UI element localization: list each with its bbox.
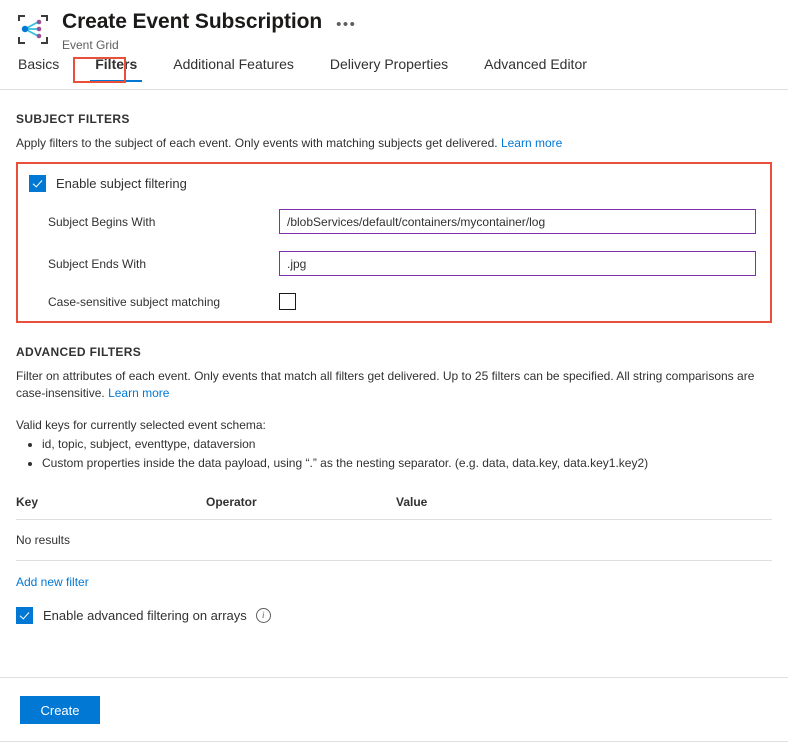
- tab-advanced-editor[interactable]: Advanced Editor: [482, 52, 589, 82]
- tab-bar: Basics Filters Additional Features Deliv…: [0, 52, 788, 90]
- create-button[interactable]: Create: [20, 696, 100, 724]
- page-title: Create Event Subscription: [62, 9, 322, 35]
- enable-arrays-filtering-checkbox[interactable]: [16, 607, 33, 624]
- tab-filters[interactable]: Filters: [93, 52, 139, 82]
- enable-subject-filtering-row[interactable]: Enable subject filtering: [29, 175, 770, 192]
- enable-subject-filtering-checkbox[interactable]: [29, 175, 46, 192]
- footer: Create: [0, 678, 788, 742]
- subject-begins-with-label: Subject Begins With: [29, 215, 279, 229]
- subject-ends-with-input[interactable]: [279, 251, 756, 276]
- subject-filters-heading: SUBJECT FILTERS: [16, 112, 772, 126]
- advanced-filters-learn-more-link[interactable]: Learn more: [108, 386, 169, 400]
- list-item: Custom properties inside the data payloa…: [42, 454, 772, 473]
- subject-filters-description-text: Apply filters to the subject of each eve…: [16, 136, 498, 150]
- subject-ends-with-row: Subject Ends With: [29, 251, 770, 276]
- table-row: No results: [16, 520, 772, 561]
- event-grid-icon: [16, 12, 50, 46]
- page-subtitle: Event Grid: [62, 37, 356, 53]
- advanced-filters-heading: ADVANCED FILTERS: [16, 345, 772, 359]
- column-header-value: Value: [396, 492, 772, 520]
- table-header-row: Key Operator Value: [16, 492, 772, 520]
- case-sensitive-checkbox[interactable]: [279, 293, 296, 310]
- subject-begins-with-row: Subject Begins With: [29, 209, 770, 234]
- add-new-filter-link[interactable]: Add new filter: [16, 575, 89, 589]
- subject-filters-description: Apply filters to the subject of each eve…: [16, 135, 772, 152]
- subject-filters-learn-more-link[interactable]: Learn more: [501, 136, 562, 150]
- enable-subject-filtering-label: Enable subject filtering: [56, 176, 187, 191]
- subject-ends-with-label: Subject Ends With: [29, 257, 279, 271]
- content-area: SUBJECT FILTERS Apply filters to the sub…: [0, 112, 788, 624]
- subject-begins-with-input[interactable]: [279, 209, 756, 234]
- column-header-key: Key: [16, 492, 206, 520]
- list-item: id, topic, subject, eventtype, dataversi…: [42, 435, 772, 454]
- valid-keys-title: Valid keys for currently selected event …: [16, 418, 772, 432]
- info-icon[interactable]: i: [256, 608, 271, 623]
- table-empty-message: No results: [16, 520, 772, 561]
- subject-filters-annotation-box: Enable subject filtering Subject Begins …: [16, 162, 772, 323]
- advanced-filters-table: Key Operator Value No results: [16, 492, 772, 561]
- page-header: Create Event Subscription ••• Event Grid: [0, 0, 788, 52]
- advanced-filters-description: Filter on attributes of each event. Only…: [16, 368, 772, 402]
- tab-delivery-properties[interactable]: Delivery Properties: [328, 52, 450, 82]
- valid-keys-list: id, topic, subject, eventtype, dataversi…: [16, 435, 772, 473]
- enable-arrays-filtering-row[interactable]: Enable advanced filtering on arrays i: [16, 607, 772, 624]
- more-options-icon[interactable]: •••: [336, 12, 356, 32]
- case-sensitive-row: Case-sensitive subject matching: [29, 293, 770, 310]
- column-header-operator: Operator: [206, 492, 396, 520]
- header-titles: Create Event Subscription ••• Event Grid: [62, 9, 356, 53]
- tab-additional-features[interactable]: Additional Features: [171, 52, 296, 82]
- enable-arrays-filtering-label: Enable advanced filtering on arrays: [43, 608, 247, 623]
- tab-basics[interactable]: Basics: [16, 52, 61, 82]
- case-sensitive-label: Case-sensitive subject matching: [29, 295, 279, 309]
